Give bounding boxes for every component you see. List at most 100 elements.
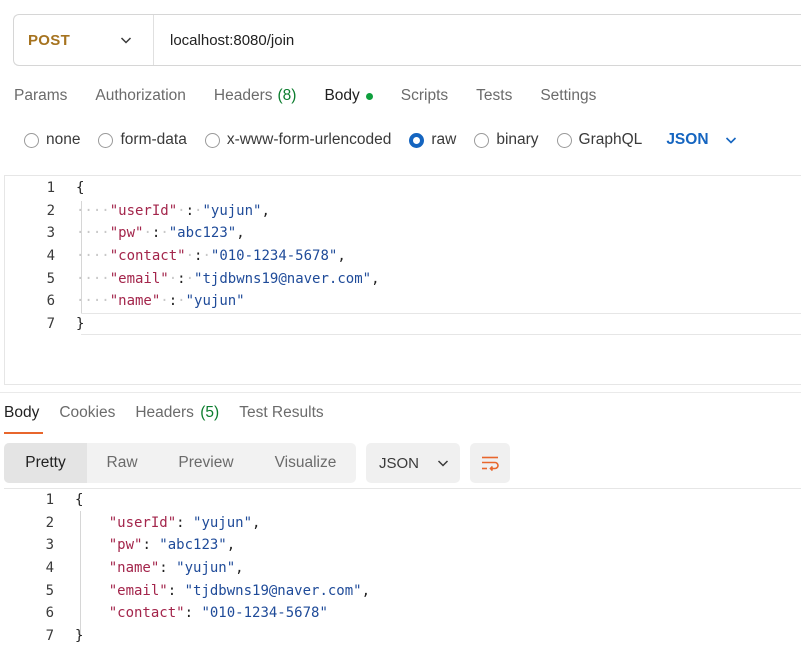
- response-view-mode: Pretty Raw Preview Visualize: [4, 443, 356, 483]
- json-trail: ,: [371, 270, 380, 287]
- json-value: "010-1234-5678": [210, 248, 338, 265]
- json-key: "name": [108, 560, 160, 577]
- brace: }: [76, 315, 85, 332]
- response-format-select[interactable]: JSON: [366, 443, 460, 483]
- view-raw[interactable]: Raw: [87, 443, 157, 483]
- code-line: 7 }: [4, 625, 801, 648]
- json-trail: ,: [361, 582, 371, 599]
- radio-label: binary: [496, 131, 539, 148]
- resp-tab-body[interactable]: Body: [0, 398, 49, 434]
- panel-divider[interactable]: [0, 392, 801, 393]
- radio-unchecked-icon: [556, 132, 572, 148]
- body-type-raw[interactable]: raw: [409, 131, 456, 149]
- json-trail: ,: [235, 560, 244, 577]
- line-number: 3: [45, 537, 54, 554]
- json-key: "email": [109, 270, 169, 287]
- json-key: "contact": [109, 248, 186, 265]
- tab-body[interactable]: Body: [310, 87, 386, 105]
- green-dot-icon: [365, 92, 373, 100]
- radio-label: raw: [431, 131, 457, 148]
- tab-params[interactable]: Params: [0, 87, 81, 105]
- body-type-graphql[interactable]: GraphQL: [556, 131, 642, 149]
- json-key: "userId": [108, 514, 177, 531]
- line-number: 7: [46, 315, 55, 332]
- radio-unchecked-icon: [24, 132, 39, 148]
- chevron-down-icon: [118, 32, 134, 48]
- tab-label: Body: [4, 404, 40, 421]
- code-text: "contact": "010-1234-5678": [108, 605, 328, 622]
- language-label: JSON: [666, 131, 709, 148]
- tab-settings[interactable]: Settings: [526, 87, 610, 105]
- body-type-selector: none form-data x-www-form-urlencoded raw…: [0, 126, 739, 154]
- line-number: 6: [46, 293, 55, 310]
- tab-tests[interactable]: Tests: [462, 87, 526, 105]
- code-text: {: [75, 492, 83, 508]
- line-number: 3: [46, 225, 55, 242]
- line-number: 1: [46, 180, 55, 197]
- seg-label: Pretty: [25, 454, 66, 471]
- code-text: ····"name"·:·"yujun": [76, 293, 245, 310]
- json-trail: ,: [236, 225, 245, 242]
- body-type-none[interactable]: none: [24, 131, 80, 149]
- code-text: "name": "yujun",: [108, 560, 244, 577]
- radio-unchecked-icon: [98, 132, 114, 148]
- tab-authorization[interactable]: Authorization: [81, 87, 199, 105]
- line-number: 1: [45, 492, 54, 509]
- code-text: ····"userId"·:·"yujun",: [76, 202, 270, 219]
- response-tabs: Body Cookies Headers (5) Test Results: [0, 398, 334, 434]
- chevron-down-icon: [723, 132, 739, 148]
- line-number: 5: [46, 270, 55, 287]
- line-number: 2: [45, 514, 54, 531]
- view-pretty[interactable]: Pretty: [4, 443, 87, 483]
- code-line: 5 ····"email"·:·"tjdbwns19@naver.com",: [5, 267, 801, 290]
- json-value: "yujun": [176, 560, 236, 577]
- json-value: "yujun": [193, 514, 253, 531]
- body-type-form-data[interactable]: form-data: [98, 131, 187, 149]
- tab-scripts[interactable]: Scripts: [387, 87, 462, 105]
- resp-tab-cookies[interactable]: Cookies: [49, 398, 125, 434]
- tab-label: Scripts: [400, 87, 449, 104]
- request-tabs: Params Authorization Headers (8) Body Scr…: [0, 80, 610, 112]
- headers-count: (8): [277, 87, 297, 104]
- body-type-urlencoded[interactable]: x-www-form-urlencoded: [204, 131, 391, 149]
- code-text: }: [75, 628, 83, 644]
- request-url-bar: POST: [13, 14, 801, 66]
- json-trail: ,: [337, 248, 346, 265]
- wrap-lines-icon: [480, 453, 500, 473]
- tab-label: Headers: [213, 87, 273, 104]
- body-type-binary[interactable]: binary: [474, 131, 539, 149]
- code-text: "userId": "yujun",: [108, 514, 261, 531]
- seg-label: Preview: [178, 454, 234, 471]
- resp-tab-headers[interactable]: Headers (5): [125, 398, 229, 434]
- json-value: "yujun": [202, 202, 262, 219]
- json-key: "contact": [108, 605, 185, 622]
- code-line: 1 {: [5, 177, 801, 200]
- radio-checked-icon: [409, 132, 425, 148]
- view-visualize[interactable]: Visualize: [255, 443, 356, 483]
- method-select[interactable]: POST: [14, 15, 154, 65]
- line-number: 5: [45, 582, 54, 599]
- line-number: 4: [45, 560, 54, 577]
- tab-headers[interactable]: Headers (8): [200, 87, 311, 105]
- request-body-editor[interactable]: 1 { 2 ····"userId"·:·"yujun", 3 ····"pw"…: [4, 175, 801, 385]
- line-number: 7: [45, 627, 54, 644]
- tab-label: Authorization: [95, 87, 186, 104]
- url-input[interactable]: [154, 15, 801, 65]
- chevron-down-icon: [435, 455, 451, 471]
- resp-tab-test-results[interactable]: Test Results: [229, 398, 333, 434]
- json-value: "tjdbwns19@naver.com": [184, 582, 362, 599]
- raw-language-select[interactable]: JSON: [666, 131, 738, 149]
- code-line: 7 }: [5, 313, 801, 336]
- code-text: }: [76, 316, 84, 332]
- json-value: "abc123": [168, 225, 237, 242]
- json-value: "tjdbwns19@naver.com": [194, 270, 372, 287]
- json-key: "pw": [108, 537, 143, 554]
- code-line: 1 {: [4, 489, 801, 512]
- json-key: "pw": [109, 225, 144, 242]
- wrap-lines-button[interactable]: [470, 443, 510, 483]
- code-line: 4 ····"contact"·:·"010-1234-5678",: [5, 245, 801, 268]
- method-label: POST: [28, 31, 71, 49]
- view-preview[interactable]: Preview: [157, 443, 255, 483]
- response-body-viewer[interactable]: 1 { 2 "userId": "yujun", 3 "pw": "abc123…: [4, 488, 801, 657]
- tab-label: Tests: [476, 87, 513, 104]
